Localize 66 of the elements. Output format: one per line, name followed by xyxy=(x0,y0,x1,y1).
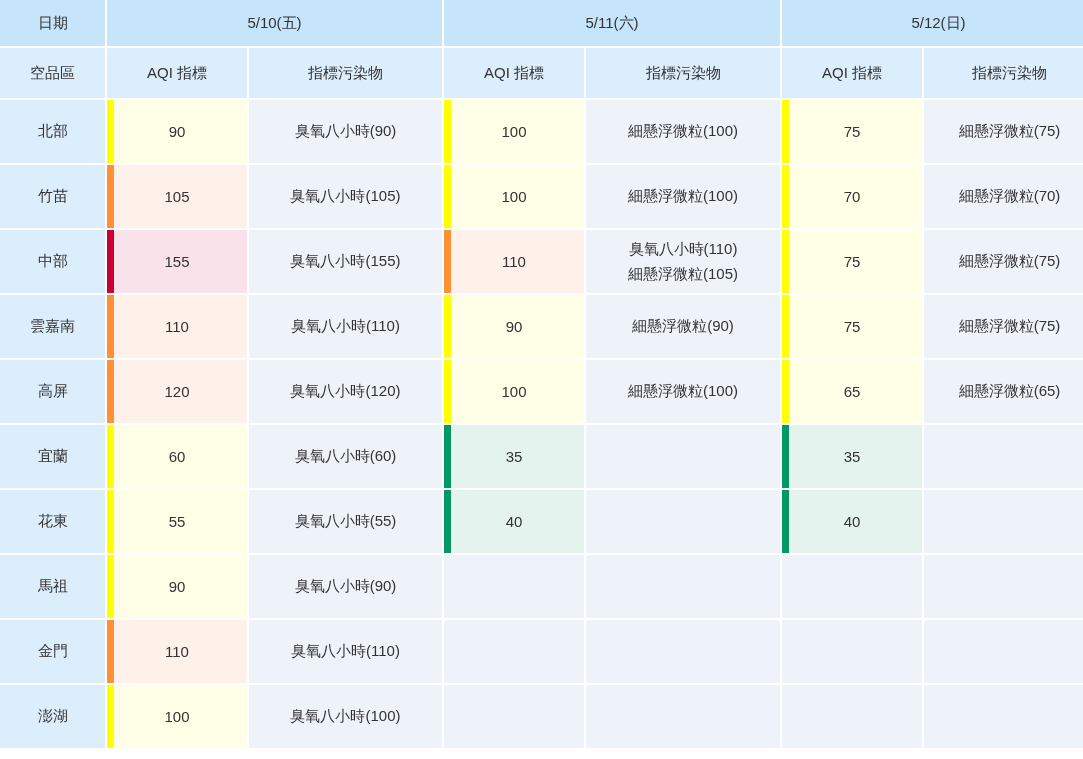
pollutant-cell: 臭氧八小時(90) xyxy=(249,100,442,163)
pollutant-cell: 臭氧八小時(60) xyxy=(249,425,442,488)
region-cell: 澎湖 xyxy=(0,685,105,748)
aqi-value: 75 xyxy=(842,252,862,272)
aqi-value: 105 xyxy=(163,187,191,207)
region-cell: 竹苗 xyxy=(0,165,105,228)
header-cell: 空品區 xyxy=(0,48,105,98)
header-cell: 指標污染物 xyxy=(924,48,1083,98)
date-header: 5/10(五) xyxy=(107,0,442,46)
region-cell: 中部 xyxy=(0,230,105,293)
pollutant-cell: 細懸浮微粒(75) xyxy=(924,295,1083,358)
aqi-value: 40 xyxy=(842,512,862,532)
aqi-value: 100 xyxy=(500,122,528,142)
pollutant-cell: 臭氧八小時(110) xyxy=(249,620,442,683)
pollutant-cell: 細懸浮微粒(70) xyxy=(924,165,1083,228)
pollutant-cell: 細懸浮微粒(100) xyxy=(586,100,780,163)
header-cell: 指標污染物 xyxy=(586,48,780,98)
date-header: 5/12(日) xyxy=(782,0,1083,46)
aqi-value: 35 xyxy=(504,447,524,467)
region-cell: 雲嘉南 xyxy=(0,295,105,358)
pollutant-cell: 細懸浮微粒(65) xyxy=(924,360,1083,423)
pollutant-cell: 細懸浮微粒(100) xyxy=(586,165,780,228)
pollutant-cell: 臭氧八小時(105) xyxy=(249,165,442,228)
aqi-value: 75 xyxy=(842,317,862,337)
pollutant-cell: 細懸浮微粒(90) xyxy=(586,295,780,358)
header-cell: 日期 xyxy=(0,0,105,46)
aqi-value: 120 xyxy=(163,382,191,402)
header-cell: AQI 指標 xyxy=(782,48,922,98)
aqi-value: 110 xyxy=(501,252,527,272)
aqi-value: 55 xyxy=(167,512,187,532)
aqi-value: 100 xyxy=(500,382,528,402)
region-cell: 宜蘭 xyxy=(0,425,105,488)
aqi-value: 90 xyxy=(167,122,187,142)
pollutant-cell: 臭氧八小時(110) xyxy=(249,295,442,358)
pollutant-text: 臭氧八小時(110) xyxy=(628,239,738,259)
pollutant-cell: 細懸浮微粒(75) xyxy=(924,100,1083,163)
aqi-value: 35 xyxy=(842,447,862,467)
pollutant-cell: 臭氧八小時(55) xyxy=(249,490,442,553)
region-cell: 北部 xyxy=(0,100,105,163)
pollutant-text: 細懸浮微粒(105) xyxy=(628,264,738,284)
aqi-value: 70 xyxy=(842,187,862,207)
region-cell: 金門 xyxy=(0,620,105,683)
pollutant-cell: 臭氧八小時(155) xyxy=(249,230,442,293)
aqi-value: 40 xyxy=(504,512,524,532)
region-cell: 高屏 xyxy=(0,360,105,423)
region-cell: 馬祖 xyxy=(0,555,105,618)
aqi-value: 100 xyxy=(500,187,528,207)
aqi-value: 110 xyxy=(164,317,190,337)
aqi-value: 90 xyxy=(504,317,524,337)
aqi-value: 65 xyxy=(842,382,862,402)
header-cell: 指標污染物 xyxy=(249,48,442,98)
date-header: 5/11(六) xyxy=(444,0,780,46)
pollutant-cell: 細懸浮微粒(75) xyxy=(924,230,1083,293)
header-cell: AQI 指標 xyxy=(444,48,584,98)
aqi-value: 100 xyxy=(163,707,191,727)
aqi-value: 75 xyxy=(842,122,862,142)
pollutant-cell: 臭氧八小時(100) xyxy=(249,685,442,748)
aqi-value: 155 xyxy=(163,252,191,272)
pollutant-cell: 臭氧八小時(120) xyxy=(249,360,442,423)
pollutant-cell: 臭氧八小時(90) xyxy=(249,555,442,618)
aqi-value: 90 xyxy=(167,577,187,597)
header-cell: AQI 指標 xyxy=(107,48,247,98)
aqi-value: 110 xyxy=(164,642,190,662)
pollutant-cell: 細懸浮微粒(100) xyxy=(586,360,780,423)
region-cell: 花東 xyxy=(0,490,105,553)
aqi-value: 60 xyxy=(167,447,187,467)
